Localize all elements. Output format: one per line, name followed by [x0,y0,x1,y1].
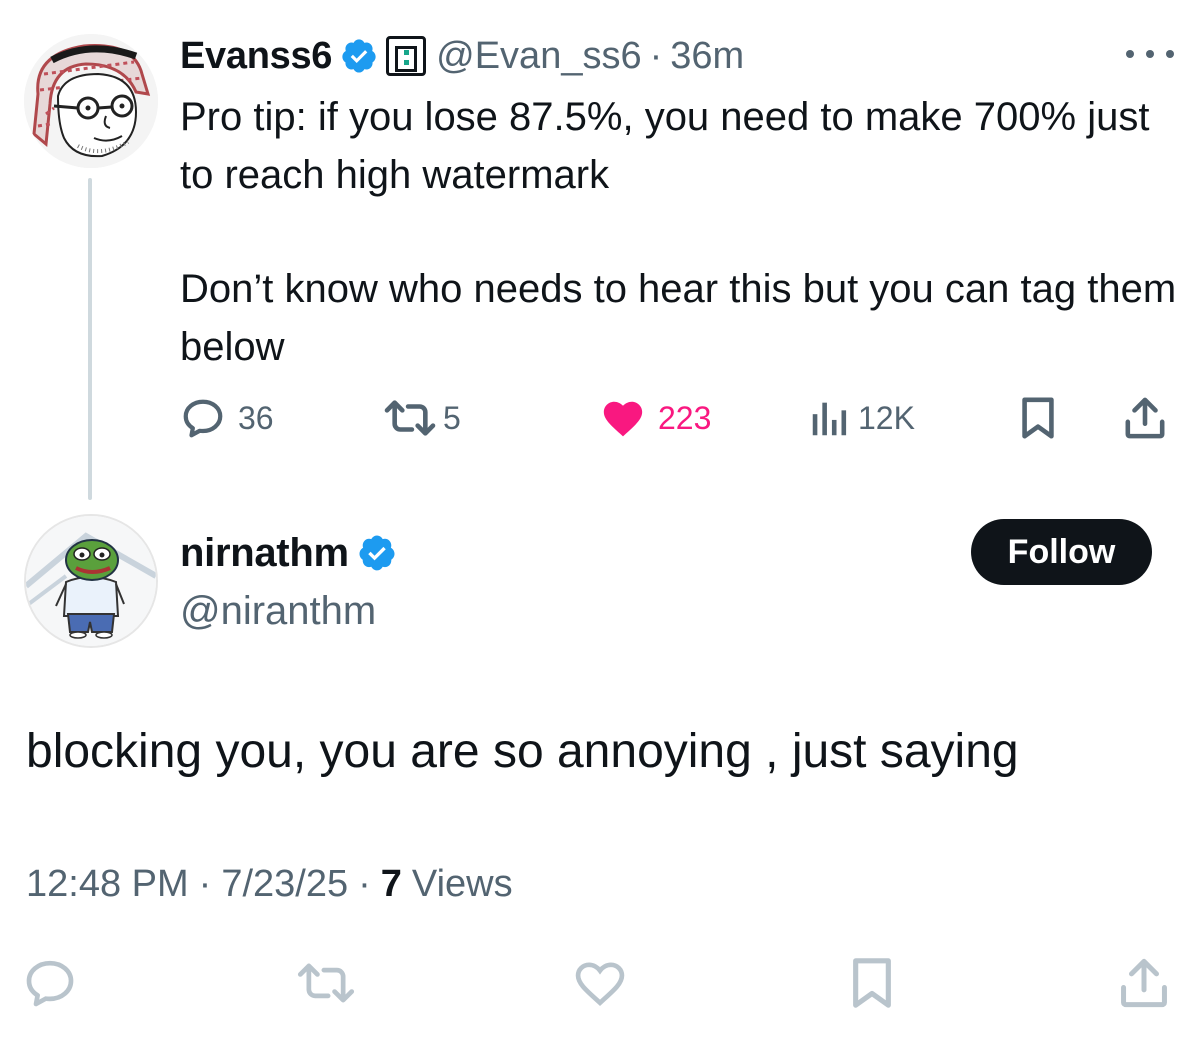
wojak-keffiyeh-avatar-image [24,34,158,168]
bookmark-icon [1022,397,1054,439]
like-count: 223 [658,399,712,436]
pepe-avatar-image [26,516,156,646]
follow-button[interactable]: Follow [971,519,1152,585]
repost-button[interactable]: 5 [383,390,461,446]
like-button[interactable] [570,948,630,1018]
more-icon[interactable] [1126,44,1174,64]
share-icon [1125,397,1165,439]
parent-timestamp[interactable]: 36m [670,28,744,84]
like-button[interactable]: 223 [600,390,711,446]
reply-tweet-header: nirnathm @niranthm [180,526,405,638]
repost-icon [384,400,436,436]
share-icon [1121,958,1167,1008]
reply-tweet-text: blocking you, you are so annoying , just… [26,725,1019,778]
tweet-thread-view: Evanss6 @Evan_ss6 · 36m Pro tip: if you … [0,0,1200,1037]
reply-button[interactable] [20,948,80,1018]
reply-meta-row: 12:48 PM · 7/23/25 · 7 Views [26,856,513,912]
reply-time[interactable]: 12:48 PM [26,863,189,906]
reply-date[interactable]: 7/23/25 [221,863,348,906]
parent-tweet-action-bar: 36 5 223 12K [180,390,1170,446]
reply-count: 36 [238,399,274,436]
header-dot-separator: · [649,35,663,77]
reply-handle[interactable]: @niranthm [180,584,405,638]
share-button[interactable] [1124,390,1166,446]
reply-button[interactable]: 36 [180,390,274,446]
reply-icon [26,960,74,1007]
bookmark-icon [853,958,891,1008]
views-icon [812,402,847,436]
meta-dot-separator: · [358,862,371,905]
bookmark-button[interactable] [842,948,902,1018]
reply-display-name[interactable]: nirnathm [180,531,349,576]
reply-views-label[interactable]: Views [412,863,513,906]
nirnathm-avatar[interactable] [24,514,158,648]
views-button[interactable]: 12K [810,390,915,446]
parent-handle[interactable]: @Evan_ss6 [436,28,641,84]
heart-icon [575,962,625,1006]
heart-icon [603,401,643,437]
verified-badge-icon[interactable] [357,533,397,573]
reply-tweet-action-bar [0,948,1200,1018]
parent-tweet-paragraph-2: Don’t know who needs to hear this but yo… [180,267,1177,369]
bookmark-button[interactable] [1018,390,1058,446]
share-button[interactable] [1114,948,1174,1018]
parent-tweet-text: Pro tip: if you lose 87.5%, you need to … [180,88,1180,204]
meta-dot-separator: · [198,862,212,905]
parent-tweet-header: Evanss6 @Evan_ss6 · 36m [180,28,744,84]
views-count: 12K [858,399,915,436]
parent-display-name[interactable]: Evanss6 [180,28,332,84]
reply-icon [183,399,223,438]
parent-tweet-paragraph-1: Pro tip: if you lose 87.5%, you need to … [180,95,1150,197]
affiliate-badge-icon[interactable] [386,36,427,76]
repost-count: 5 [443,399,461,436]
repost-button[interactable] [296,948,356,1018]
repost-icon [297,963,355,1003]
reply-views-count: 7 [380,862,402,905]
thread-connector-line [88,178,92,500]
verified-badge-icon[interactable] [340,37,378,75]
evanss6-avatar[interactable] [24,34,158,168]
